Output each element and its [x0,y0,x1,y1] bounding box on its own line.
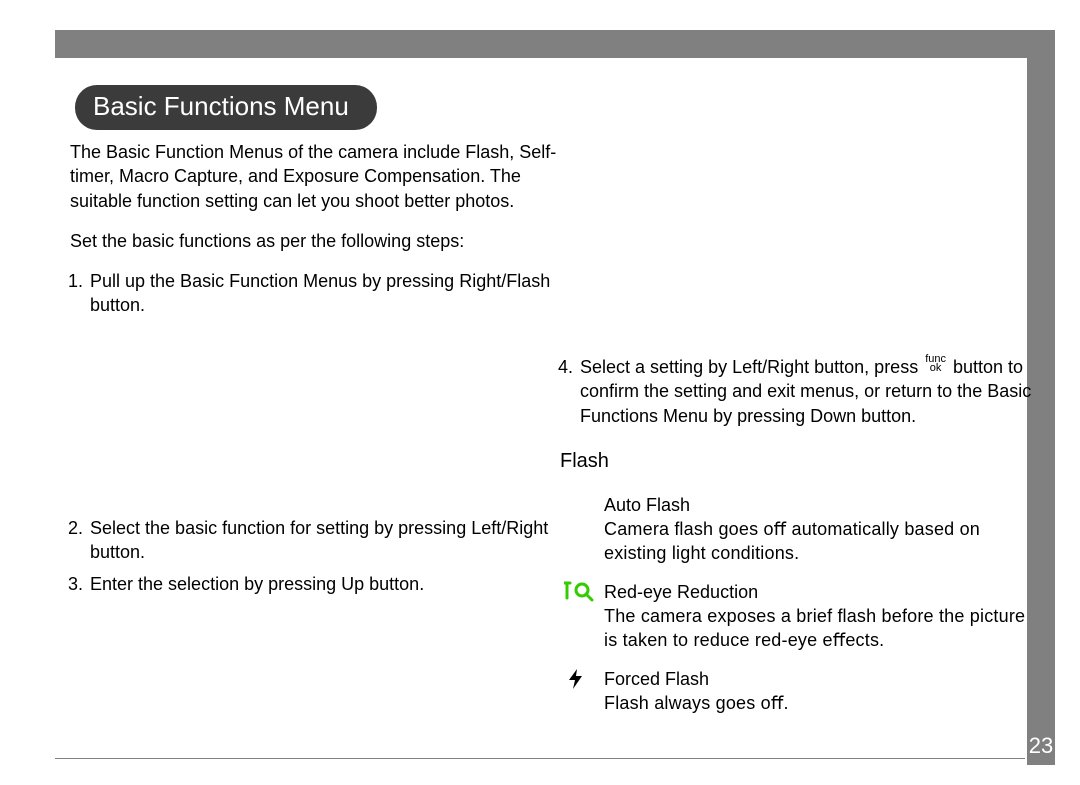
left-column: The Basic Function Menus of the camera i… [70,140,580,605]
footer-rule [55,758,1025,759]
func-label-bot: ok [925,364,946,373]
body: The Basic Function Menus of the camera i… [70,140,1010,745]
flash-subtitle: Flash [560,448,1040,475]
flash-item-redeye: Red-eye Reduction The camera exposes a b… [564,580,1040,653]
page-number: 23 [1027,733,1055,765]
steps-list-left-cont: Select the basic function for setting by… [88,516,580,597]
manual-page: 23 Basic Functions Menu The Basic Functi… [0,0,1080,785]
intro-block: The Basic Function Menus of the camera i… [70,140,580,253]
intro-para-1: The Basic Function Menus of the camera i… [70,140,580,213]
flash-auto-name: Auto Flash [604,493,1040,517]
flash-item-auto: Auto Flash Camera ﬂash goes oﬀ automatic… [564,493,1040,566]
flash-redeye-name: Red-eye Reduction [604,580,1040,604]
auto-flash-icon [564,493,596,517]
red-eye-icon [564,580,596,604]
flash-redeye-desc: The camera exposes a brief ﬂash before t… [604,604,1040,653]
right-column: Select a setting by Left/Right button, p… [560,355,1040,729]
step-3: Enter the selection by pressing Up butto… [88,572,580,596]
step-4-text-a: Select a setting by Left/Right button, p… [580,357,923,377]
flash-forced-desc: Flash always goes oﬀ. [604,691,1040,715]
flash-auto-desc: Camera ﬂash goes oﬀ automatically based … [604,517,1040,566]
section-title: Basic Functions Menu [75,85,377,130]
func-ok-button-label: funcok [925,355,946,373]
flash-list: Auto Flash Camera ﬂash goes oﬀ automatic… [564,493,1040,715]
header-bar [55,30,1055,58]
steps-list-left: Pull up the Basic Function Menus by pres… [88,269,580,318]
intro-para-2: Set the basic functions as per the follo… [70,229,580,253]
flash-forced-name: Forced Flash [604,667,1040,691]
flash-item-forced: Forced Flash Flash always goes oﬀ. [564,667,1040,716]
step-4: Select a setting by Left/Right button, p… [578,355,1040,428]
step-2: Select the basic function for setting by… [88,516,580,565]
forced-flash-icon [564,667,596,691]
steps-list-right: Select a setting by Left/Right button, p… [578,355,1040,428]
step-1: Pull up the Basic Function Menus by pres… [88,269,580,318]
